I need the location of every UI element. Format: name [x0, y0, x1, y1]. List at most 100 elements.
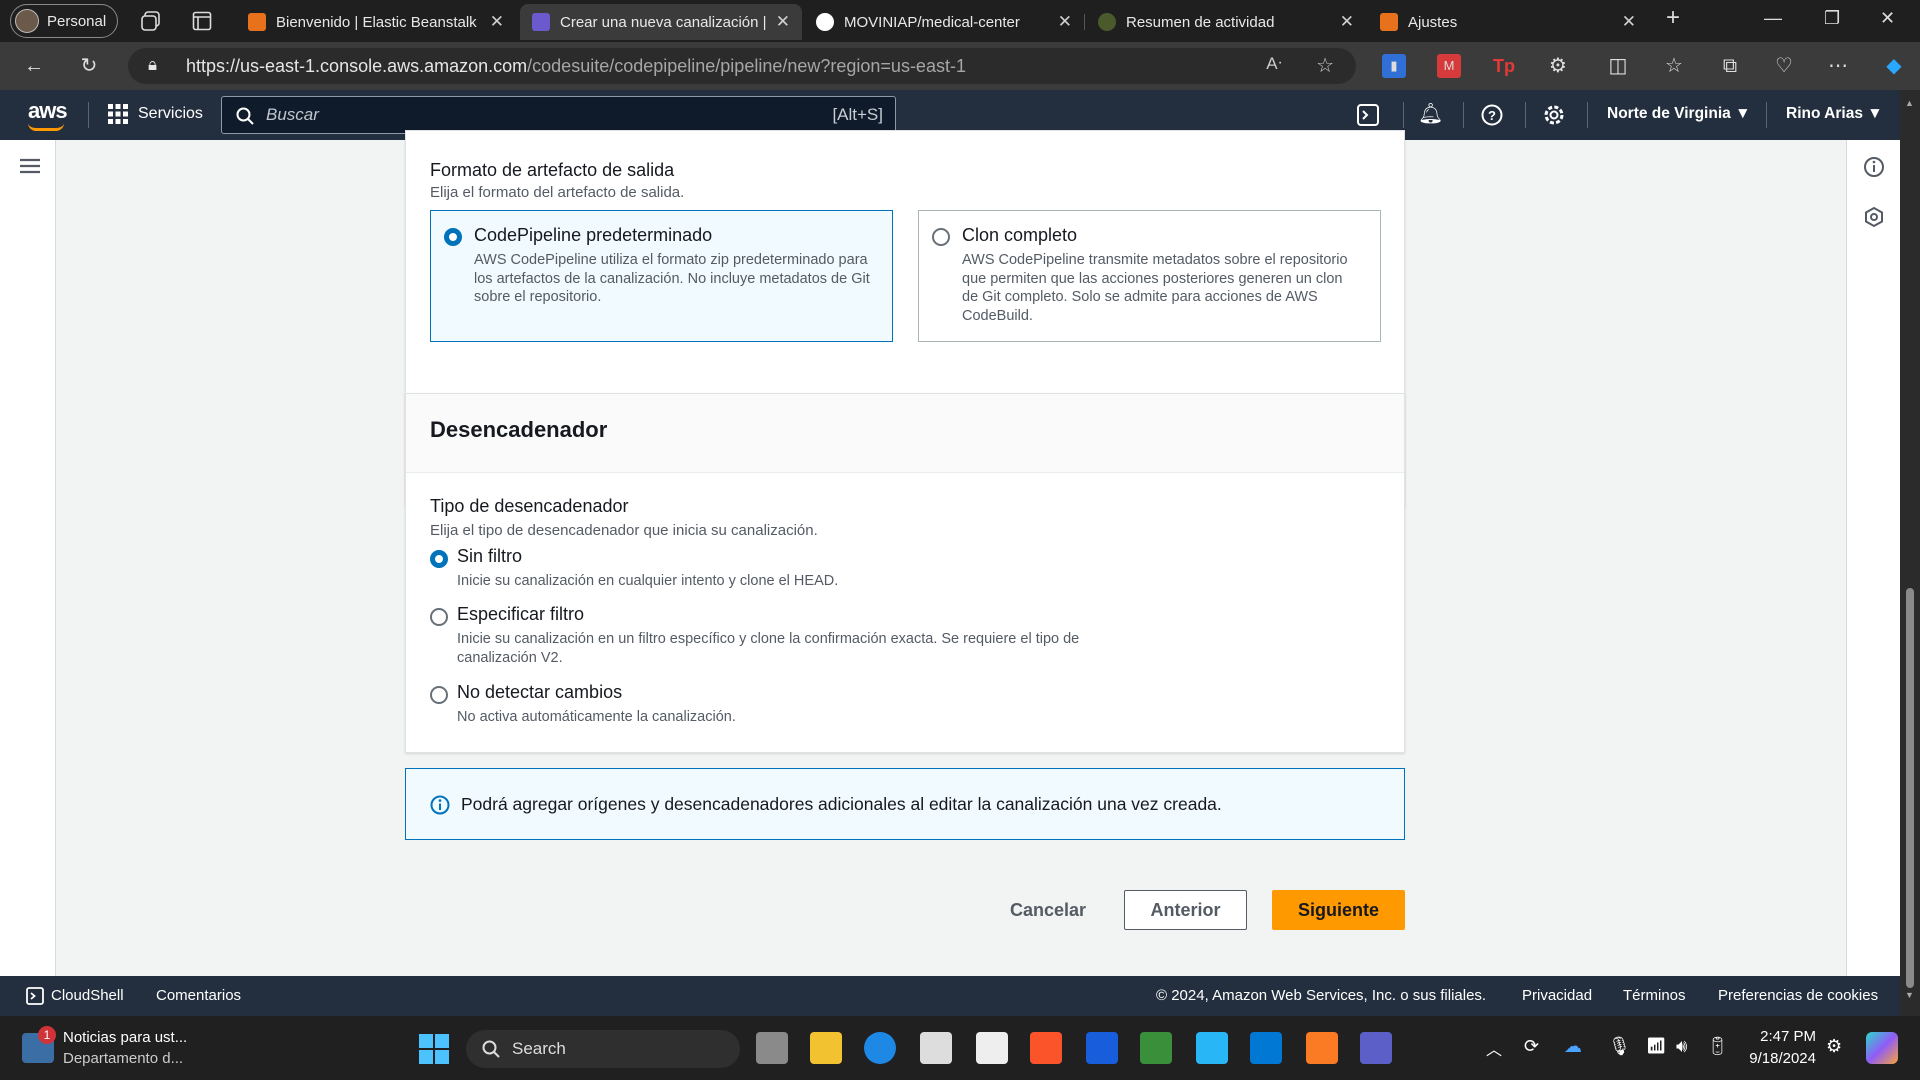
snipping-tool-icon[interactable] — [976, 1032, 1008, 1064]
info-panel-icon[interactable] — [1863, 156, 1885, 178]
volume-icon[interactable]: 🔊︎ — [1676, 1036, 1687, 1057]
artifact-option-full-clone[interactable]: Clon completo AWS CodePipeline transmite… — [918, 210, 1381, 342]
previous-button[interactable]: Anterior — [1124, 890, 1247, 930]
tab-favicon — [1380, 13, 1398, 31]
radio-button-selected[interactable] — [430, 550, 448, 568]
info-alert-text: Podrá agregar orígenes y desencadenadore… — [461, 794, 1222, 814]
tab-elastic-beanstalk[interactable]: Bienvenido | Elastic Beanstalk | ✕ — [236, 4, 516, 40]
microphone-icon[interactable]: 🎙︎ — [1608, 1036, 1631, 1057]
url-field[interactable]: 🔒︎ https://us-east-1.console.aws.amazon.… — [128, 48, 1356, 84]
sync-icon[interactable]: ⟳ — [1524, 1036, 1539, 1057]
split-screen-icon[interactable]: ◫ — [1606, 54, 1630, 78]
close-tab-icon[interactable]: ✕ — [776, 12, 790, 32]
browser-essentials-icon[interactable]: ♡ — [1772, 54, 1796, 78]
tab-github[interactable]: MOVINIAP/medical-center ✕ — [804, 4, 1084, 40]
region-selector[interactable]: Norte de Virginia ▼ — [1607, 105, 1750, 123]
artifact-format-label: Formato de artefacto de salida — [430, 160, 675, 180]
close-tab-icon[interactable]: ✕ — [490, 12, 504, 32]
minimize-icon[interactable]: — — [1764, 8, 1782, 29]
battery-icon[interactable]: 🔋︎ — [1706, 1036, 1729, 1057]
back-icon[interactable]: ← — [22, 54, 46, 78]
news-title[interactable]: Noticias para ust... — [63, 1029, 187, 1046]
account-menu[interactable]: Rino Arias ▼ — [1786, 105, 1883, 123]
refresh-icon[interactable]: ↻ — [77, 54, 101, 78]
radio-button-selected[interactable] — [444, 228, 462, 246]
settings-gear-icon[interactable] — [1543, 104, 1565, 126]
extensions-puzzle-icon[interactable]: ⚙ — [1546, 54, 1570, 78]
tab-codepipeline[interactable]: Crear una nueva canalización | ✕ — [520, 4, 802, 40]
tab-title: MOVINIAP/medical-center — [844, 13, 1020, 31]
footer-cookie-preferences-link[interactable]: Preferencias de cookies — [1718, 987, 1878, 1004]
app-icon[interactable] — [1140, 1032, 1172, 1064]
scrollbar-thumb[interactable] — [1906, 588, 1914, 988]
workspaces-icon[interactable] — [140, 10, 162, 32]
cloudshell-icon[interactable] — [1357, 104, 1379, 126]
more-options-icon[interactable]: ⋯ — [1826, 54, 1850, 78]
bitwarden-icon[interactable] — [1086, 1032, 1118, 1064]
tab-actions-icon[interactable] — [192, 11, 212, 31]
microsoft-store-icon[interactable] — [920, 1032, 952, 1064]
page-scrollbar[interactable]: ▲ ▼ — [1900, 90, 1920, 1016]
taskbar-search[interactable]: Search — [466, 1030, 740, 1068]
tab-divider — [1084, 14, 1085, 30]
aws-logo[interactable]: aws — [28, 98, 68, 124]
favorites-icon[interactable]: ☆ — [1662, 54, 1686, 78]
user-label: Rino Arias — [1786, 105, 1863, 122]
footer-feedback-link[interactable]: Comentarios — [156, 987, 241, 1004]
collections-icon[interactable]: ⧉ — [1718, 54, 1742, 78]
cancel-button[interactable]: Cancelar — [998, 890, 1098, 930]
close-window-icon[interactable]: ✕ — [1880, 8, 1895, 29]
close-tab-icon[interactable]: ✕ — [1622, 12, 1636, 32]
windows-start-icon[interactable] — [419, 1034, 449, 1064]
close-tab-icon[interactable]: ✕ — [1058, 12, 1072, 32]
lock-icon[interactable]: 🔒︎ — [148, 55, 157, 75]
trigger-option-no-detect[interactable]: No detectar cambios No activa automática… — [430, 682, 1330, 732]
new-tab-icon[interactable]: + — [1666, 4, 1680, 32]
footer-privacy-link[interactable]: Privacidad — [1522, 987, 1592, 1004]
tools-panel-icon[interactable] — [1863, 206, 1885, 228]
trigger-option-no-filter[interactable]: Sin filtro Inicie su canalización en cua… — [430, 546, 1330, 596]
teams-icon[interactable] — [1360, 1032, 1392, 1064]
next-button[interactable]: Siguiente — [1272, 890, 1405, 930]
notifications-bell-icon[interactable]: 🔔︎ — [1418, 102, 1443, 126]
profile-button[interactable]: Personal — [10, 4, 118, 38]
clock-date[interactable]: 9/18/2024 — [1740, 1050, 1816, 1067]
hamburger-menu-icon[interactable] — [20, 158, 40, 174]
brave-browser-icon[interactable] — [1030, 1032, 1062, 1064]
extension-icon[interactable]: ▮ — [1382, 54, 1406, 78]
copilot-icon[interactable] — [1866, 1032, 1898, 1064]
scroll-down-icon[interactable]: ▼ — [1905, 990, 1914, 1000]
clock-time[interactable]: 2:47 PM — [1740, 1028, 1816, 1045]
task-view-icon[interactable] — [756, 1032, 788, 1064]
help-icon[interactable]: ? — [1481, 104, 1503, 126]
vscode-icon[interactable] — [1250, 1032, 1282, 1064]
footer-terms-link[interactable]: Términos — [1623, 987, 1686, 1004]
scroll-up-icon[interactable]: ▲ — [1905, 98, 1914, 108]
windows-taskbar: 1 Noticias para ust... Departamento d...… — [0, 1016, 1920, 1080]
restore-icon[interactable]: ❐ — [1824, 8, 1840, 29]
onedrive-icon[interactable]: ☁ — [1564, 1036, 1582, 1057]
copilot-icon[interactable]: ◆ — [1882, 54, 1906, 78]
tab-activity-summary[interactable]: Resumen de actividad ✕ — [1086, 4, 1366, 40]
notepad-icon[interactable] — [1196, 1032, 1228, 1064]
favorite-star-icon[interactable]: ☆ — [1316, 53, 1334, 78]
artifact-option-default[interactable]: CodePipeline predeterminado AWS CodePipe… — [430, 210, 893, 342]
show-hidden-icons-icon[interactable]: ︿ — [1486, 1036, 1502, 1060]
wifi-icon[interactable]: 📶︎ — [1646, 1036, 1666, 1056]
footer-cloudshell-link[interactable]: CloudShell — [51, 987, 124, 1004]
radio-button[interactable] — [430, 608, 448, 626]
trigger-option-specify-filter[interactable]: Especificar filtro Inicie su canalizació… — [430, 604, 1330, 670]
file-explorer-icon[interactable] — [810, 1032, 842, 1064]
xampp-icon[interactable] — [1306, 1032, 1338, 1064]
edge-browser-icon[interactable] — [864, 1032, 896, 1064]
radio-button[interactable] — [430, 686, 448, 704]
read-aloud-icon[interactable]: Aᐧ — [1266, 54, 1282, 74]
extension-icon[interactable]: Tp — [1492, 54, 1516, 78]
services-menu[interactable]: Servicios — [108, 104, 203, 124]
close-tab-icon[interactable]: ✕ — [1340, 12, 1354, 32]
notification-settings-icon[interactable]: ⚙ — [1826, 1036, 1842, 1057]
extension-icon[interactable]: M — [1437, 54, 1461, 78]
radio-button[interactable] — [932, 228, 950, 246]
aws-search-input[interactable]: Buscar [Alt+S] — [221, 96, 896, 134]
tab-settings[interactable]: Ajustes ✕ — [1368, 4, 1648, 40]
